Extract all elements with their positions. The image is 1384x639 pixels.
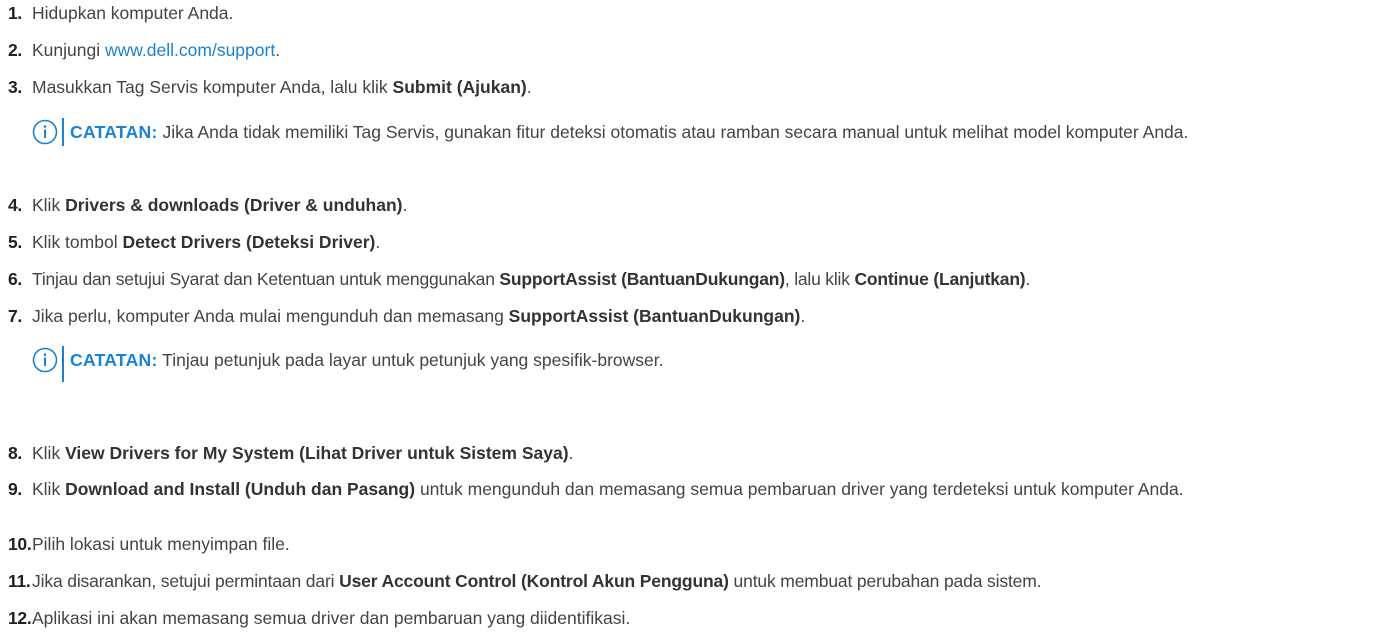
step-text-part: Klik tombol	[32, 232, 123, 252]
step-emphasis: User Account Control (Kontrol Akun Pengg…	[339, 571, 729, 591]
step-emphasis: SupportAssist (BantuanDukungan)	[499, 269, 785, 289]
step-emphasis: Submit (Ajukan)	[392, 77, 527, 97]
step-text-part: Pilih lokasi untuk menyimpan file.	[32, 534, 290, 554]
step-text: Aplikasi ini akan memasang semua driver …	[32, 606, 1384, 630]
step-number: 6.	[8, 269, 22, 289]
step-text-part: Hidupkan komputer Anda.	[32, 3, 234, 23]
step-text-part: Jika disarankan, setujui permintaan dari	[32, 571, 340, 591]
step-text: Klik Drivers & downloads (Driver & unduh…	[32, 193, 1384, 217]
step-number: 9.	[8, 479, 22, 499]
note-body: CATATAN: Jika Anda tidak memiliki Tag Se…	[62, 118, 1370, 146]
step-text: Jika perlu, komputer Anda mulai mengundu…	[32, 304, 1384, 328]
step-text-part: Kunjungi	[32, 40, 105, 60]
note-1: CATATAN: Jika Anda tidak memiliki Tag Se…	[32, 118, 1370, 146]
support-link[interactable]: www.dell.com/support	[105, 40, 275, 60]
step-4: 4. Klik Drivers & downloads (Driver & un…	[0, 193, 1384, 217]
step-3: 3. Masukkan Tag Servis komputer Anda, la…	[0, 75, 1384, 99]
step-text-part: .	[275, 40, 281, 60]
note-text: Tinjau petunjuk pada layar untuk petunju…	[157, 350, 664, 370]
step-text-part: .	[568, 443, 574, 463]
step-12: 12. Aplikasi ini akan memasang semua dri…	[0, 606, 1384, 630]
note-label: CATATAN:	[70, 350, 158, 370]
step-9: 9. Klik Download and Install (Unduh dan …	[0, 478, 1384, 500]
step-text-part: .	[800, 306, 806, 326]
step-text-part: Jika perlu, komputer Anda mulai mengundu…	[32, 306, 509, 326]
step-number: 2.	[8, 40, 22, 60]
step-text-part: untuk membuat perubahan pada sistem.	[728, 571, 1042, 591]
step-number: 7.	[8, 306, 22, 326]
step-text-part: .	[375, 232, 381, 252]
step-number: 11.	[8, 571, 31, 591]
step-text: Masukkan Tag Servis komputer Anda, lalu …	[32, 75, 1384, 99]
note-text: Jika Anda tidak memiliki Tag Servis, gun…	[157, 122, 1189, 142]
info-circle-icon	[32, 347, 58, 373]
step-6: 6. Tinjau dan setujui Syarat dan Ketentu…	[0, 267, 1384, 291]
step-2: 2. Kunjungi www.dell.com/support.	[0, 38, 1384, 62]
step-text: Tinjau dan setujui Syarat dan Ketentuan …	[32, 267, 1384, 291]
step-text: Pilih lokasi untuk menyimpan file.	[32, 532, 1384, 556]
step-5: 5. Klik tombol Detect Drivers (Deteksi D…	[0, 230, 1384, 254]
step-text-part: Tinjau dan setujui Syarat dan Ketentuan …	[32, 269, 500, 289]
step-10: 10. Pilih lokasi untuk menyimpan file.	[0, 532, 1384, 556]
step-text: Hidupkan komputer Anda.	[32, 1, 1384, 25]
step-emphasis: View Drivers for My System (Lihat Driver…	[65, 443, 569, 463]
step-emphasis: Detect Drivers (Deteksi Driver)	[122, 232, 376, 252]
step-text: Klik tombol Detect Drivers (Deteksi Driv…	[32, 230, 1384, 254]
step-number: 1.	[8, 3, 22, 23]
step-number: 5.	[8, 232, 22, 252]
step-text-part: , lalu klik	[784, 269, 855, 289]
note-label: CATATAN:	[70, 122, 158, 142]
step-text: Kunjungi www.dell.com/support.	[32, 38, 1384, 62]
step-emphasis: Download and Install (Unduh dan Pasang)	[65, 479, 416, 499]
info-circle-icon	[32, 119, 58, 145]
step-text-part: .	[526, 77, 532, 97]
step-emphasis: Continue (Lanjutkan)	[854, 269, 1026, 289]
step-text-part: .	[402, 195, 408, 215]
step-number: 3.	[8, 77, 22, 97]
step-text-part: .	[1025, 269, 1031, 289]
step-text: Klik Download and Install (Unduh dan Pas…	[32, 478, 1384, 500]
step-number: 12.	[8, 608, 32, 628]
step-11: 11. Jika disarankan, setujui permintaan …	[0, 569, 1384, 593]
note-2: CATATAN: Tinjau petunjuk pada layar untu…	[32, 346, 663, 382]
step-7: 7. Jika perlu, komputer Anda mulai mengu…	[0, 304, 1384, 328]
step-text-part: Klik	[32, 195, 66, 215]
step-text-part: Aplikasi ini akan memasang semua driver …	[32, 608, 631, 628]
step-text-part: untuk mengunduh dan memasang semua pemba…	[415, 479, 1184, 499]
step-emphasis: SupportAssist (BantuanDukungan)	[508, 306, 801, 326]
document-page: 1. Hidupkan komputer Anda. 2. Kunjungi w…	[0, 0, 1384, 639]
step-emphasis: Drivers & downloads (Driver & unduhan)	[65, 195, 403, 215]
step-text-part: Klik	[32, 443, 66, 463]
step-1: 1. Hidupkan komputer Anda.	[0, 1, 1384, 25]
step-text-part: Masukkan Tag Servis komputer Anda, lalu …	[32, 77, 393, 97]
note-body: CATATAN: Tinjau petunjuk pada layar untu…	[62, 346, 663, 382]
step-text: Klik View Drivers for My System (Lihat D…	[32, 441, 1384, 465]
step-number: 10.	[8, 534, 32, 554]
step-number: 8.	[8, 443, 22, 463]
step-text-part: Klik	[32, 479, 66, 499]
step-text: Jika disarankan, setujui permintaan dari…	[32, 569, 1384, 593]
step-number: 4.	[8, 195, 22, 215]
step-8: 8. Klik View Drivers for My System (Liha…	[0, 441, 1384, 465]
